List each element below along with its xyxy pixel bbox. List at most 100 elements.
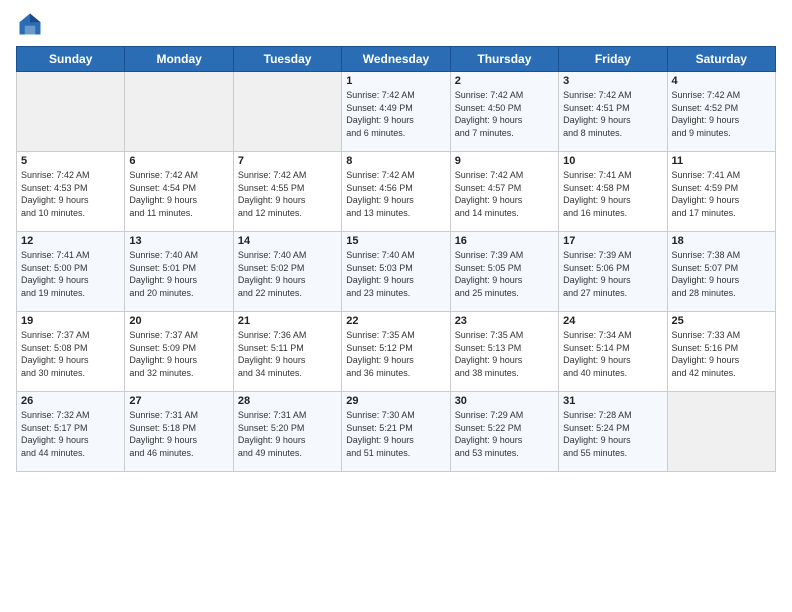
logo-icon xyxy=(16,10,44,38)
day-number: 14 xyxy=(238,235,337,247)
day-cell: 4Sunrise: 7:42 AM Sunset: 4:52 PM Daylig… xyxy=(667,72,775,152)
week-row-1: 5 Sunrise: 7:42 AM Sunset: 4:53 PM Daylig… xyxy=(17,152,776,232)
day-number: 23 xyxy=(455,315,554,327)
week-row-3: 19 Sunrise: 7:37 AM Sunset: 5:08 PM Dayli… xyxy=(17,312,776,392)
day-number: 7 xyxy=(238,155,337,167)
day-number: 28 xyxy=(238,395,337,407)
day-cell: 7 Sunrise: 7:42 AM Sunset: 4:55 PM Daylig… xyxy=(233,152,341,232)
day-cell: 10 Sunrise: 7:41 AM Sunset: 4:58 PM Dayli… xyxy=(559,152,667,232)
day-cell: 19 Sunrise: 7:37 AM Sunset: 5:08 PM Dayli… xyxy=(17,312,125,392)
day-number: 24 xyxy=(563,315,662,327)
day-cell: 11Sunrise: 7:41 AM Sunset: 4:59 PM Dayli… xyxy=(667,152,775,232)
day-cell: 8Sunrise: 7:42 AM Sunset: 4:56 PM Daylig… xyxy=(342,152,450,232)
day-cell: 13 Sunrise: 7:40 AM Sunset: 5:01 PM Dayli… xyxy=(125,232,233,312)
day-number: 16 xyxy=(455,235,554,247)
day-info: Sunrise: 7:40 AM Sunset: 5:02 PM Dayligh… xyxy=(238,249,337,299)
day-number: 29 xyxy=(346,395,445,407)
day-info: Sunrise: 7:37 AM Sunset: 5:08 PM Dayligh… xyxy=(21,329,120,379)
day-info: Sunrise: 7:30 AM Sunset: 5:21 PM Dayligh… xyxy=(346,409,445,459)
day-number: 30 xyxy=(455,395,554,407)
day-info: Sunrise: 7:33 AM Sunset: 5:16 PM Dayligh… xyxy=(672,329,771,379)
day-number: 20 xyxy=(129,315,228,327)
day-cell: 20 Sunrise: 7:37 AM Sunset: 5:09 PM Dayli… xyxy=(125,312,233,392)
calendar-table: SundayMondayTuesdayWednesdayThursdayFrid… xyxy=(16,46,776,472)
weekday-header-tuesday: Tuesday xyxy=(233,47,341,72)
day-info: Sunrise: 7:38 AM Sunset: 5:07 PM Dayligh… xyxy=(672,249,771,299)
day-info: Sunrise: 7:35 AM Sunset: 5:12 PM Dayligh… xyxy=(346,329,445,379)
day-number: 21 xyxy=(238,315,337,327)
day-cell: 12Sunrise: 7:41 AM Sunset: 5:00 PM Dayli… xyxy=(17,232,125,312)
day-cell: 26 Sunrise: 7:32 AM Sunset: 5:17 PM Dayli… xyxy=(17,392,125,472)
day-cell xyxy=(125,72,233,152)
day-cell: 6 Sunrise: 7:42 AM Sunset: 4:54 PM Daylig… xyxy=(125,152,233,232)
day-number: 5 xyxy=(21,155,120,167)
weekday-header-row: SundayMondayTuesdayWednesdayThursdayFrid… xyxy=(17,47,776,72)
day-cell: 28 Sunrise: 7:31 AM Sunset: 5:20 PM Dayli… xyxy=(233,392,341,472)
day-number: 3 xyxy=(563,75,662,87)
day-number: 15 xyxy=(346,235,445,247)
day-cell: 23 Sunrise: 7:35 AM Sunset: 5:13 PM Dayli… xyxy=(450,312,558,392)
day-info: Sunrise: 7:32 AM Sunset: 5:17 PM Dayligh… xyxy=(21,409,120,459)
day-info: Sunrise: 7:40 AM Sunset: 5:03 PM Dayligh… xyxy=(346,249,445,299)
day-cell: 3 Sunrise: 7:42 AM Sunset: 4:51 PM Daylig… xyxy=(559,72,667,152)
week-row-4: 26 Sunrise: 7:32 AM Sunset: 5:17 PM Dayli… xyxy=(17,392,776,472)
day-info: Sunrise: 7:41 AM Sunset: 4:59 PM Dayligh… xyxy=(672,169,771,219)
day-info: Sunrise: 7:37 AM Sunset: 5:09 PM Dayligh… xyxy=(129,329,228,379)
day-info: Sunrise: 7:39 AM Sunset: 5:06 PM Dayligh… xyxy=(563,249,662,299)
day-cell: 27Sunrise: 7:31 AM Sunset: 5:18 PM Dayli… xyxy=(125,392,233,472)
day-info: Sunrise: 7:31 AM Sunset: 5:20 PM Dayligh… xyxy=(238,409,337,459)
day-number: 25 xyxy=(672,315,771,327)
day-cell: 1Sunrise: 7:42 AM Sunset: 4:49 PM Daylig… xyxy=(342,72,450,152)
day-number: 19 xyxy=(21,315,120,327)
day-number: 6 xyxy=(129,155,228,167)
day-info: Sunrise: 7:29 AM Sunset: 5:22 PM Dayligh… xyxy=(455,409,554,459)
day-cell: 21 Sunrise: 7:36 AM Sunset: 5:11 PM Dayli… xyxy=(233,312,341,392)
day-number: 4 xyxy=(672,75,771,87)
logo xyxy=(16,10,48,38)
day-cell: 5 Sunrise: 7:42 AM Sunset: 4:53 PM Daylig… xyxy=(17,152,125,232)
day-info: Sunrise: 7:28 AM Sunset: 5:24 PM Dayligh… xyxy=(563,409,662,459)
day-cell: 14 Sunrise: 7:40 AM Sunset: 5:02 PM Dayli… xyxy=(233,232,341,312)
day-cell xyxy=(17,72,125,152)
day-cell xyxy=(233,72,341,152)
day-cell: 2 Sunrise: 7:42 AM Sunset: 4:50 PM Daylig… xyxy=(450,72,558,152)
day-info: Sunrise: 7:42 AM Sunset: 4:51 PM Dayligh… xyxy=(563,89,662,139)
day-cell: 24 Sunrise: 7:34 AM Sunset: 5:14 PM Dayli… xyxy=(559,312,667,392)
day-number: 22 xyxy=(346,315,445,327)
day-cell: 25 Sunrise: 7:33 AM Sunset: 5:16 PM Dayli… xyxy=(667,312,775,392)
day-info: Sunrise: 7:42 AM Sunset: 4:57 PM Dayligh… xyxy=(455,169,554,219)
weekday-header-sunday: Sunday xyxy=(17,47,125,72)
day-cell: 29 Sunrise: 7:30 AM Sunset: 5:21 PM Dayli… xyxy=(342,392,450,472)
day-info: Sunrise: 7:42 AM Sunset: 4:55 PM Dayligh… xyxy=(238,169,337,219)
day-cell: 16 Sunrise: 7:39 AM Sunset: 5:05 PM Dayli… xyxy=(450,232,558,312)
day-info: Sunrise: 7:40 AM Sunset: 5:01 PM Dayligh… xyxy=(129,249,228,299)
day-number: 26 xyxy=(21,395,120,407)
day-info: Sunrise: 7:34 AM Sunset: 5:14 PM Dayligh… xyxy=(563,329,662,379)
page: SundayMondayTuesdayWednesdayThursdayFrid… xyxy=(0,0,792,612)
day-info: Sunrise: 7:41 AM Sunset: 4:58 PM Dayligh… xyxy=(563,169,662,219)
day-info: Sunrise: 7:35 AM Sunset: 5:13 PM Dayligh… xyxy=(455,329,554,379)
day-cell: 30 Sunrise: 7:29 AM Sunset: 5:22 PM Dayli… xyxy=(450,392,558,472)
day-cell: 17Sunrise: 7:39 AM Sunset: 5:06 PM Dayli… xyxy=(559,232,667,312)
day-number: 9 xyxy=(455,155,554,167)
day-cell: 18 Sunrise: 7:38 AM Sunset: 5:07 PM Dayli… xyxy=(667,232,775,312)
day-number: 31 xyxy=(563,395,662,407)
day-info: Sunrise: 7:42 AM Sunset: 4:54 PM Dayligh… xyxy=(129,169,228,219)
day-info: Sunrise: 7:36 AM Sunset: 5:11 PM Dayligh… xyxy=(238,329,337,379)
day-number: 8 xyxy=(346,155,445,167)
weekday-header-friday: Friday xyxy=(559,47,667,72)
day-number: 13 xyxy=(129,235,228,247)
day-number: 2 xyxy=(455,75,554,87)
day-info: Sunrise: 7:39 AM Sunset: 5:05 PM Dayligh… xyxy=(455,249,554,299)
week-row-0: 1Sunrise: 7:42 AM Sunset: 4:49 PM Daylig… xyxy=(17,72,776,152)
day-info: Sunrise: 7:42 AM Sunset: 4:53 PM Dayligh… xyxy=(21,169,120,219)
weekday-header-saturday: Saturday xyxy=(667,47,775,72)
day-info: Sunrise: 7:42 AM Sunset: 4:50 PM Dayligh… xyxy=(455,89,554,139)
day-number: 18 xyxy=(672,235,771,247)
weekday-header-monday: Monday xyxy=(125,47,233,72)
weekday-header-thursday: Thursday xyxy=(450,47,558,72)
day-number: 10 xyxy=(563,155,662,167)
day-number: 1 xyxy=(346,75,445,87)
day-cell: 9 Sunrise: 7:42 AM Sunset: 4:57 PM Daylig… xyxy=(450,152,558,232)
day-info: Sunrise: 7:41 AM Sunset: 5:00 PM Dayligh… xyxy=(21,249,120,299)
